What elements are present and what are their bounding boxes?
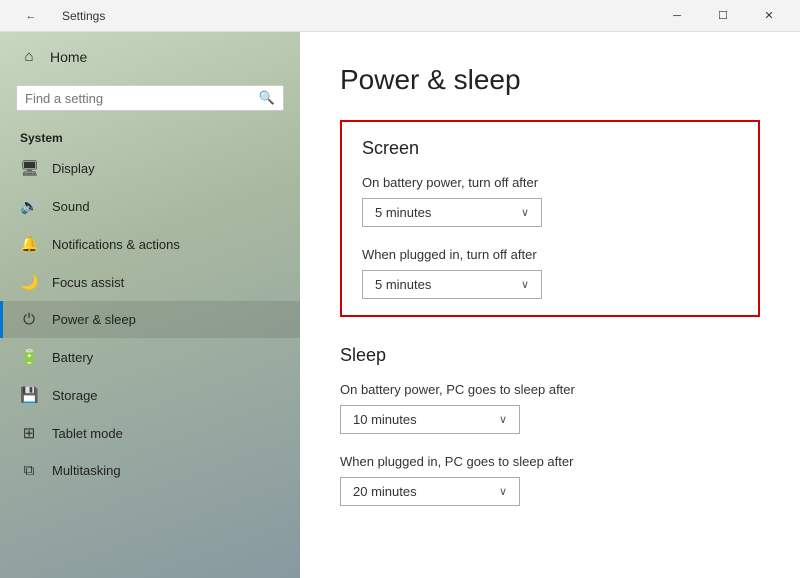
sleep-section: Sleep On battery power, PC goes to sleep…: [340, 345, 760, 506]
sidebar-item-label: Sound: [52, 199, 90, 214]
system-label: System: [0, 123, 300, 149]
power-icon: ⏻: [20, 311, 38, 328]
tablet-icon: ⊞: [20, 424, 38, 442]
chevron-down-icon: ∨: [499, 413, 507, 426]
plugged-screen-label: When plugged in, turn off after: [362, 247, 738, 262]
sidebar-item-label: Power & sleep: [52, 312, 136, 327]
home-icon: ⌂: [20, 48, 38, 65]
sidebar-item-label: Tablet mode: [52, 426, 123, 441]
multitasking-icon: ⧉: [20, 462, 38, 479]
back-button[interactable]: ←: [8, 0, 54, 32]
plugged-screen-value: 5 minutes: [375, 277, 431, 292]
plugged-sleep-label: When plugged in, PC goes to sleep after: [340, 454, 760, 469]
sidebar-home-label: Home: [50, 49, 87, 65]
app-body: ⌂ Home 🔍 System 🖥 Display 🔊 Sound 🔔 Noti…: [0, 32, 800, 578]
screen-section-title: Screen: [362, 138, 738, 159]
sidebar-item-multitasking[interactable]: ⧉ Multitasking: [0, 452, 300, 489]
plugged-screen-dropdown[interactable]: 5 minutes ∨: [362, 270, 542, 299]
focus-icon: 🌙: [20, 273, 38, 291]
battery-screen-label: On battery power, turn off after: [362, 175, 738, 190]
sidebar-item-tablet[interactable]: ⊞ Tablet mode: [0, 414, 300, 452]
sidebar-item-label: Multitasking: [52, 463, 121, 478]
battery-sleep-dropdown[interactable]: 10 minutes ∨: [340, 405, 520, 434]
page-title: Power & sleep: [340, 64, 760, 96]
screen-section: Screen On battery power, turn off after …: [340, 120, 760, 317]
close-button[interactable]: ✕: [746, 0, 792, 32]
sidebar-item-notifications[interactable]: 🔔 Notifications & actions: [0, 225, 300, 263]
search-icon: 🔍: [259, 90, 275, 106]
sound-icon: 🔊: [20, 197, 38, 215]
title-bar-title: Settings: [62, 9, 105, 23]
sidebar-item-focus[interactable]: 🌙 Focus assist: [0, 263, 300, 301]
sleep-section-title: Sleep: [340, 345, 760, 366]
storage-icon: 💾: [20, 386, 38, 404]
back-icon: ←: [26, 10, 37, 22]
title-bar-left: ← Settings: [8, 0, 654, 32]
plugged-sleep-value: 20 minutes: [353, 484, 417, 499]
battery-sleep-value: 10 minutes: [353, 412, 417, 427]
title-bar: ← Settings ─ ☐ ✕: [0, 0, 800, 32]
battery-sleep-label: On battery power, PC goes to sleep after: [340, 382, 760, 397]
notifications-icon: 🔔: [20, 235, 38, 253]
search-input[interactable]: [25, 91, 253, 106]
chevron-down-icon: ∨: [521, 278, 529, 291]
minimize-button[interactable]: ─: [654, 0, 700, 32]
battery-screen-dropdown[interactable]: 5 minutes ∨: [362, 198, 542, 227]
sidebar: ⌂ Home 🔍 System 🖥 Display 🔊 Sound 🔔 Noti…: [0, 32, 300, 578]
sidebar-item-label: Storage: [52, 388, 98, 403]
search-box[interactable]: 🔍: [16, 85, 284, 111]
battery-icon: 🔋: [20, 348, 38, 366]
title-bar-controls: ─ ☐ ✕: [654, 0, 792, 32]
sidebar-item-label: Battery: [52, 350, 93, 365]
chevron-down-icon: ∨: [499, 485, 507, 498]
sidebar-item-sound[interactable]: 🔊 Sound: [0, 187, 300, 225]
sidebar-item-battery[interactable]: 🔋 Battery: [0, 338, 300, 376]
display-icon: 🖥: [20, 159, 38, 177]
content-area: Power & sleep Screen On battery power, t…: [300, 32, 800, 578]
sidebar-item-storage[interactable]: 💾 Storage: [0, 376, 300, 414]
battery-screen-value: 5 minutes: [375, 205, 431, 220]
maximize-button[interactable]: ☐: [700, 0, 746, 32]
sidebar-item-label: Notifications & actions: [52, 237, 180, 252]
chevron-down-icon: ∨: [521, 206, 529, 219]
sidebar-item-display[interactable]: 🖥 Display: [0, 149, 300, 187]
plugged-sleep-dropdown[interactable]: 20 minutes ∨: [340, 477, 520, 506]
sidebar-item-label: Focus assist: [52, 275, 124, 290]
sidebar-home-item[interactable]: ⌂ Home: [0, 32, 300, 81]
sidebar-item-power[interactable]: ⏻ Power & sleep: [0, 301, 300, 338]
sidebar-item-label: Display: [52, 161, 95, 176]
